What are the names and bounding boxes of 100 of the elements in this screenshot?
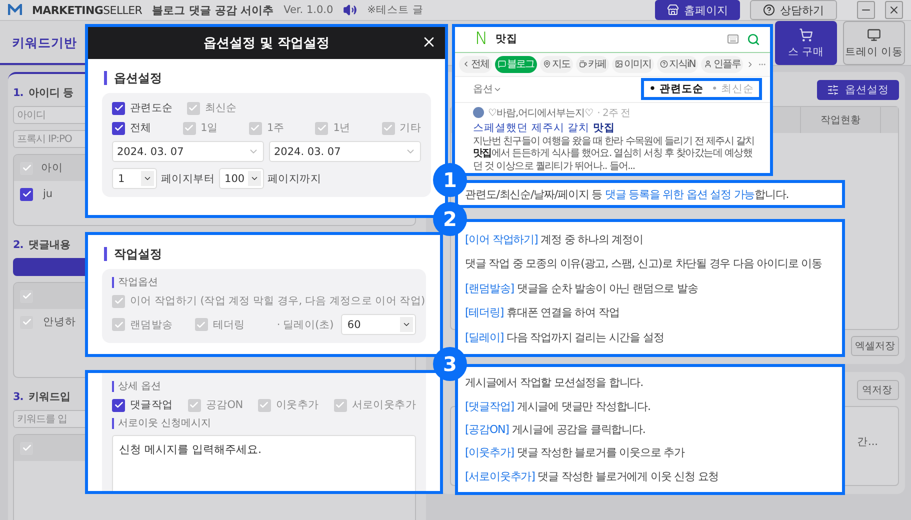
delay-select[interactable]: 60	[341, 314, 416, 335]
filter-chip[interactable]: 지도	[540, 56, 573, 73]
checkbox[interactable]	[186, 102, 200, 114]
callout-text: [공감ON] 게시글에 공감을 클릭합니다.	[465, 422, 646, 437]
checkbox-label: 댓글작업	[130, 398, 173, 412]
search-icon[interactable]	[747, 32, 760, 46]
callout-text: [이어 작업하기] 계정 중 하나의 계정이	[465, 232, 644, 246]
checkbox-label: 관련도순	[130, 101, 173, 115]
chevron-down-icon	[402, 320, 411, 329]
chat-icon	[498, 60, 506, 68]
filter-dropdown[interactable]: 옵션	[473, 82, 502, 96]
table-cell: 안녕하	[43, 315, 76, 329]
checkbox[interactable]	[258, 398, 271, 412]
logo-icon	[8, 4, 22, 16]
subsection-label: 작업옵션	[112, 277, 416, 288]
checkbox[interactable]	[188, 398, 201, 412]
callout-text: 관련도/최신순/날짜/페이지 등 댓글 등록을 위한 옵션 설정 가능합니다.	[465, 186, 790, 202]
checkbox[interactable]	[20, 290, 33, 302]
monitor-icon	[867, 28, 881, 42]
chevron-left-icon	[462, 60, 470, 68]
message-field[interactable]: 신청 메시지를 입력해주세요.	[112, 435, 416, 491]
checkbox[interactable]	[315, 122, 328, 134]
checkbox[interactable]	[112, 294, 125, 308]
checkbox[interactable]	[182, 122, 196, 134]
store-icon	[667, 4, 679, 16]
homepage-button[interactable]: 홈페이지	[655, 0, 740, 20]
checkbox-label: 이어 작업하기 (작업 계정 막힐 경우, 다음 계정으로 이어 작업)	[130, 294, 425, 308]
logo-text: N	[475, 29, 488, 50]
column-header: 아이	[41, 161, 63, 175]
cup-icon	[579, 60, 587, 68]
post-time: · 2주 전	[597, 106, 630, 120]
post-title[interactable]: 스페셜했던 제주시 갈치 맛집	[473, 120, 758, 135]
date-select[interactable]: 2024. 03. 07	[112, 141, 264, 162]
checkbox-label: 공감ON	[206, 398, 243, 412]
page-select[interactable]: 100	[218, 168, 264, 189]
circle-icon	[763, 4, 775, 16]
logo-text: MARKETINGSELLER	[32, 4, 142, 16]
subsection-label: 서로이웃 신청메시지	[112, 418, 416, 429]
checkbox[interactable]	[112, 122, 125, 134]
sort-option[interactable]: • 관련도순	[649, 82, 704, 96]
map-pin-icon	[543, 60, 551, 68]
search-query: 맛집	[496, 32, 518, 46]
checkbox[interactable]	[112, 102, 125, 114]
table-cell: ju	[43, 188, 53, 200]
notice-text: ※테스트 글	[367, 3, 424, 17]
checkbox[interactable]	[112, 398, 125, 412]
cart-icon	[799, 28, 813, 42]
option-settings-button[interactable]: 옵션설정	[817, 80, 899, 100]
callout-text: [이웃추가] 댓글 작성한 블로거를 이웃으로 추가	[465, 445, 686, 460]
sliders-icon	[827, 84, 839, 96]
question-icon	[660, 60, 668, 68]
field-label: · 딜레이(초)	[276, 318, 334, 332]
section-heading: 작업설정	[104, 247, 426, 261]
section-title: 3. 키워드입	[13, 390, 72, 404]
checkbox[interactable]	[20, 162, 33, 174]
close-icon	[888, 4, 900, 16]
excel-save-button[interactable]: 엑셀저장	[851, 336, 899, 356]
section-heading: 옵션설정	[104, 71, 431, 85]
purchase-button[interactable]: 스 구매	[775, 21, 837, 65]
callout-text: [댓글작업] 게시글에 댓글만 작성합니다.	[465, 398, 652, 414]
date-select[interactable]: 2024. 03. 07	[269, 141, 421, 162]
checkbox-label: 테더링	[212, 318, 245, 332]
chevron-down-icon	[143, 174, 152, 183]
filter-chip[interactable]: 이미지	[612, 56, 654, 73]
callout-text: [서로이웃추가] 댓글 작성한 블로거에게 이웃 신청 요청	[465, 468, 720, 484]
filter-chip[interactable]: 전체	[459, 56, 492, 73]
avatar	[473, 107, 484, 118]
checkbox[interactable]	[20, 188, 33, 200]
checkbox-label: 랜덤발송	[130, 318, 173, 332]
checkbox-label: 기타	[400, 121, 421, 135]
filter-chip[interactable]: 카페	[576, 56, 609, 73]
checkbox-label: 전체	[130, 121, 152, 135]
tray-button[interactable]: 트레이 이동	[843, 21, 905, 65]
post-snippet: 지난번 친구들이 여행을 왔을 때 한라 수목원에 들리기 전 제주시 갈치 맛집에서 든든하게 식사를 했어요. 열심히 서칭 후 찾아갔는데 예상했던 것 이상으로 퀄리티가 뛰어나.. 들어...	[473, 136, 756, 173]
checkbox[interactable]	[382, 122, 395, 134]
save-button[interactable]: 역저장	[857, 380, 899, 400]
checkbox-label: 이웃추가	[276, 398, 319, 412]
filter-chip[interactable]: 인플루	[701, 56, 744, 73]
field-label: 페이지부터	[161, 172, 215, 186]
version-text: Ver. 1.0.0	[284, 4, 334, 16]
consult-button[interactable]: 상담하기	[750, 0, 837, 20]
list-item: 간...	[856, 435, 878, 449]
checkbox[interactable]	[20, 442, 33, 454]
section-title: 1. 아이디 등	[13, 86, 74, 100]
checkbox[interactable]	[334, 398, 347, 412]
field-label: 페이지까지	[268, 172, 322, 186]
column-header: 작업현황	[800, 107, 880, 133]
callout-text: 댓글 작업 중 모종의 이유(광고, 스팸, 신고)로 차단될 경우 다음 아이디로 이동	[465, 256, 824, 271]
person-icon	[704, 60, 712, 68]
chevron-down-icon	[250, 174, 259, 183]
checkbox[interactable]	[112, 318, 125, 331]
checkbox[interactable]	[194, 318, 208, 331]
page-select[interactable]: 1	[112, 168, 157, 189]
keyboard-icon[interactable]	[727, 33, 739, 46]
filter-chip[interactable]: 지식iN	[657, 56, 698, 73]
image-icon	[615, 60, 623, 68]
checkbox[interactable]	[20, 316, 33, 328]
minimize-button[interactable]	[857, 1, 875, 19]
checkbox[interactable]	[248, 122, 262, 134]
callout-text: [테더링] 휴대폰 연결을 하여 작업	[465, 305, 620, 320]
